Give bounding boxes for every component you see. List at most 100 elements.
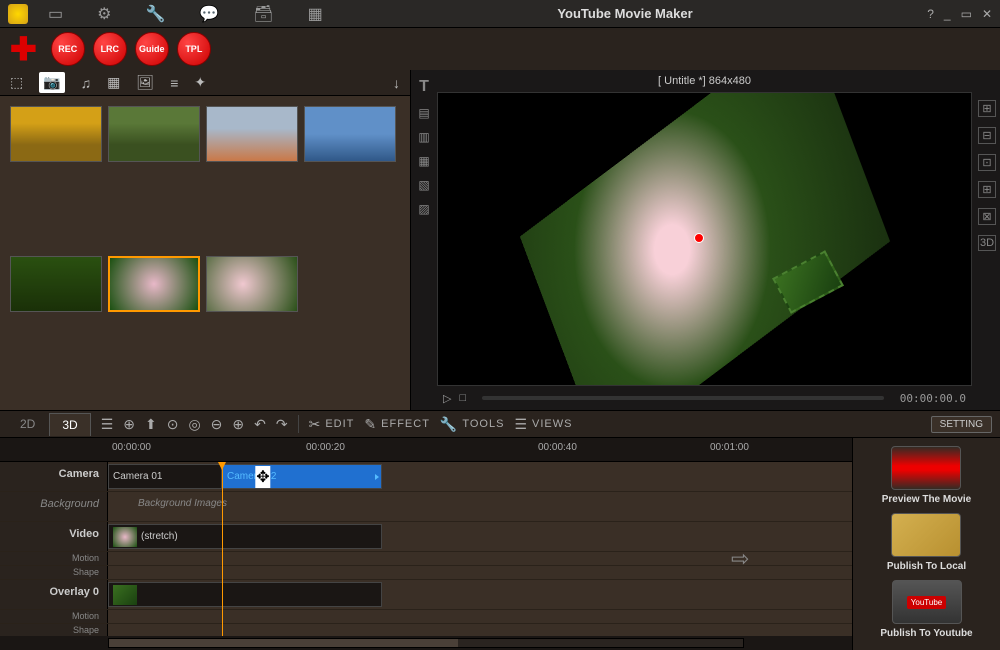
clip-video[interactable]: (stretch) <box>108 524 382 549</box>
preview-center-marker[interactable] <box>694 233 704 243</box>
image-tab-icon[interactable]: 🖼 <box>136 74 154 91</box>
edit-button[interactable]: ✂Edit <box>309 416 355 433</box>
setting-button[interactable]: SETTING <box>931 416 992 433</box>
track-overlay0-shape-content[interactable] <box>108 624 852 636</box>
play-circle-icon[interactable]: ⊙ <box>167 416 179 433</box>
thumbnail-7[interactable] <box>206 256 298 312</box>
preview-movie-icon <box>891 446 961 490</box>
preview-left-tools: T ▤ ▥ ▦ ▧ ▨ <box>411 70 437 410</box>
effect-button[interactable]: ✎Effect <box>364 416 430 433</box>
wrench2-icon: 🔧 <box>440 416 458 433</box>
publish-local-button[interactable]: Publish To Local <box>887 513 966 572</box>
clip-video-label: (stretch) <box>141 531 178 542</box>
playhead[interactable] <box>222 462 223 636</box>
gear-icon[interactable]: ⚙ <box>97 4 111 24</box>
undo-icon[interactable]: ↶ <box>254 416 266 433</box>
zoom-in-icon[interactable]: ⊕ <box>232 416 244 433</box>
track-overlay0-content[interactable] <box>108 580 852 609</box>
layout-5-icon[interactable]: ⊠ <box>978 208 996 225</box>
publish-local-icon <box>891 513 961 557</box>
clip-camera-02[interactable]: Camera 02 ✥ <box>222 464 382 489</box>
h-scroll-thumb[interactable] <box>109 639 458 647</box>
thumbnail-6[interactable] <box>108 256 200 312</box>
preview-image[interactable] <box>519 92 889 386</box>
track-overlay0-motion: Motion <box>0 610 852 624</box>
thumbnail-5[interactable] <box>10 256 102 312</box>
track-camera: Camera Camera 01 Camera 02 ✥ <box>0 462 852 492</box>
track-overlay0-shape-label: Shape <box>0 624 108 636</box>
thumbnail-1[interactable] <box>10 106 102 162</box>
ruler-mark-2: 00:00:40 <box>538 442 577 453</box>
clip-overlay0[interactable] <box>108 582 382 607</box>
database-icon[interactable]: 🗃 <box>253 4 273 24</box>
minimize-button[interactable]: _ <box>944 7 951 21</box>
tab-3d[interactable]: 3D <box>49 413 90 436</box>
publish-youtube-button[interactable]: Publish To Youtube <box>880 580 972 639</box>
align-bottom-icon[interactable]: ▨ <box>415 202 433 216</box>
arrow-icon[interactable]: ⇨ <box>731 546 749 572</box>
photo-tab-icon[interactable]: 📷 <box>39 72 64 93</box>
effect-label: Effect <box>381 418 430 430</box>
align-middle-icon[interactable]: ▧ <box>415 178 433 192</box>
tools-button[interactable]: 🔧Tools <box>440 416 505 433</box>
track-video: Video (stretch) <box>0 522 852 552</box>
horizontal-scrollbar[interactable] <box>0 636 852 650</box>
video-tab-icon[interactable]: ⬚ <box>10 74 23 91</box>
align-center-icon[interactable]: ▥ <box>415 130 433 144</box>
add-media-icon[interactable]: ⊕ <box>123 416 135 433</box>
folder-icon[interactable]: ▭ <box>48 4 63 24</box>
clip-overlay0-thumb <box>113 585 137 605</box>
thumbnail-4[interactable] <box>304 106 396 162</box>
maximize-button[interactable]: ▭ <box>961 7 972 21</box>
list-tab-icon[interactable]: ≡ <box>170 75 178 91</box>
redo-icon[interactable]: ↷ <box>276 416 288 433</box>
up-arrow-icon[interactable]: ⬆ <box>145 416 157 433</box>
track-overlay0-motion-content[interactable] <box>108 610 852 623</box>
track-background-content[interactable]: Background Images <box>108 492 852 521</box>
media-type-tabs: ⬚ 📷 ♫ ▦ 🖼 ≡ ✦ ↓ <box>0 70 410 96</box>
help-button[interactable]: ? <box>927 7 934 21</box>
menu-icon[interactable]: ☰ <box>101 416 114 433</box>
preview-controls: ▷ □ 00:00:00.0 <box>437 386 972 410</box>
plugin-tab-icon[interactable]: ✦ <box>194 74 206 91</box>
view-3d-icon[interactable]: 3D <box>978 235 996 251</box>
add-button[interactable]: ✚ <box>10 30 37 68</box>
edit-label: Edit <box>325 418 354 430</box>
lrc-button[interactable]: LRC <box>93 32 127 66</box>
work-area: ⬚ 📷 ♫ ▦ 🖼 ≡ ✦ ↓ T ▤ ▥ ▦ ▧ ▨ <box>0 70 1000 410</box>
views-button[interactable]: ☰Views <box>514 416 572 433</box>
preview-movie-button[interactable]: Preview The Movie <box>882 446 971 505</box>
chat-icon[interactable]: 💬 <box>199 4 219 24</box>
download-icon[interactable]: ↓ <box>393 75 400 91</box>
effects-tab-icon[interactable]: ▦ <box>107 74 120 91</box>
align-left-icon[interactable]: ▤ <box>415 106 433 120</box>
track-overlay0-label: Overlay 0 <box>0 580 108 609</box>
play-icon[interactable]: ▷ <box>443 392 451 405</box>
zoom-out-icon[interactable]: ⊖ <box>211 416 223 433</box>
record-button[interactable]: REC <box>51 32 85 66</box>
close-button[interactable]: ✕ <box>982 7 992 21</box>
layout-2-icon[interactable]: ⊟ <box>978 127 996 144</box>
media-panel: ⬚ 📷 ♫ ▦ 🖼 ≡ ✦ ↓ <box>0 70 410 410</box>
guide-button[interactable]: Guide <box>135 32 169 66</box>
layout-3-icon[interactable]: ⊡ <box>978 154 996 171</box>
tab-2d[interactable]: 2D <box>8 413 47 436</box>
layout-1-icon[interactable]: ⊞ <box>978 100 996 117</box>
music-tab-icon[interactable]: ♫ <box>81 75 92 91</box>
clip-camera-01[interactable]: Camera 01 <box>108 464 222 489</box>
tpl-button[interactable]: TPL <box>177 32 211 66</box>
thumbnail-3[interactable] <box>206 106 298 162</box>
preview-canvas[interactable] <box>437 92 972 386</box>
thumbnail-2[interactable] <box>108 106 200 162</box>
track-video-shape: Shape <box>0 566 852 580</box>
color-icon[interactable]: ▦ <box>308 4 323 24</box>
text-tool-icon[interactable]: T <box>415 78 433 96</box>
preview-slider[interactable] <box>482 396 884 400</box>
align-top-icon[interactable]: ▦ <box>415 154 433 168</box>
layout-4-icon[interactable]: ⊞ <box>978 181 996 198</box>
time-ruler[interactable]: 00:00:00 00:00:20 00:00:40 00:01:00 <box>0 438 852 462</box>
media-thumbnails <box>0 96 410 410</box>
wrench-icon[interactable]: 🔧 <box>145 4 165 24</box>
stop-circle-icon[interactable]: ◎ <box>188 416 200 433</box>
stop-icon[interactable]: □ <box>459 392 466 404</box>
